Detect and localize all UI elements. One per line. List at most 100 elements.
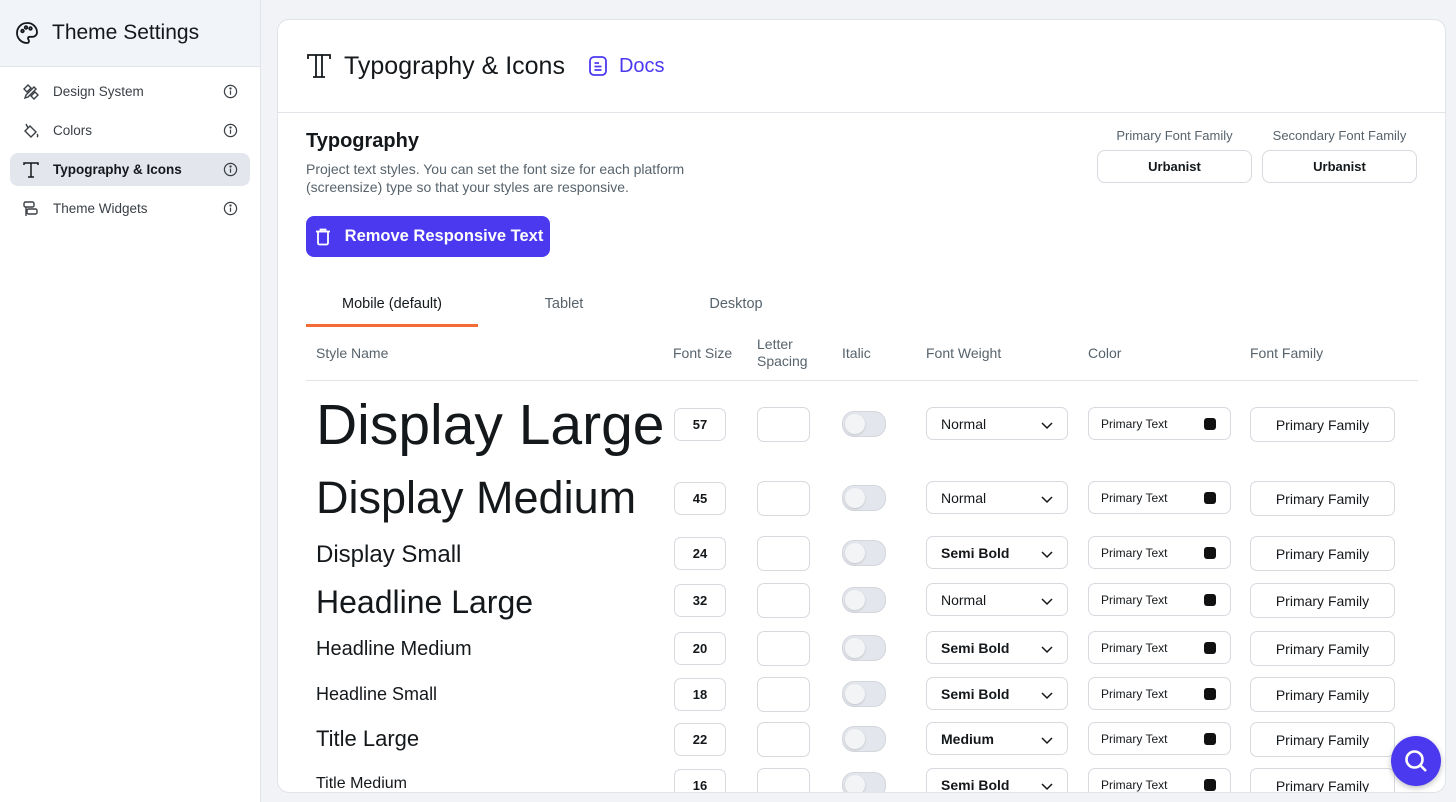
font-size-input[interactable]: 57 — [674, 408, 726, 441]
italic-toggle[interactable] — [842, 485, 886, 511]
font-family-select[interactable]: Primary Family — [1250, 677, 1395, 712]
color-value: Primary Text — [1101, 490, 1168, 505]
column-header-italic: Italic — [842, 345, 871, 361]
color-value: Primary Text — [1101, 731, 1168, 746]
sidebar-nav: Design System Colors Typography & Icons … — [0, 67, 260, 239]
font-weight-value: Semi Bold — [941, 685, 1010, 702]
sidebar-item-design-system[interactable]: Design System — [10, 75, 250, 108]
primary-font-family-select[interactable]: Urbanist — [1097, 150, 1252, 183]
style-name: Display Medium — [316, 472, 637, 523]
letter-spacing-input[interactable] — [757, 407, 810, 442]
widgets-icon — [23, 200, 38, 216]
font-weight-select[interactable]: Normal — [926, 481, 1068, 514]
italic-toggle[interactable] — [842, 540, 886, 566]
sidebar-item-label: Typography & Icons — [53, 162, 182, 177]
font-family-select[interactable]: Primary Family — [1250, 631, 1395, 666]
color-swatch — [1204, 594, 1216, 606]
font-size-input[interactable]: 20 — [674, 632, 726, 665]
docs-link[interactable]: Docs — [587, 55, 665, 78]
info-icon[interactable] — [223, 201, 238, 216]
letter-spacing-input[interactable] — [757, 677, 810, 712]
color-value: Primary Text — [1101, 416, 1168, 431]
font-family-select[interactable]: Primary Family — [1250, 768, 1395, 792]
sidebar-item-theme-widgets[interactable]: Theme Widgets — [10, 192, 250, 225]
style-name: Headline Large — [316, 584, 534, 620]
font-weight-select[interactable]: Semi Bold — [926, 677, 1068, 710]
font-weight-select[interactable]: Normal — [926, 583, 1068, 616]
typography-panel: Typography & Icons Docs Typography Proje… — [277, 19, 1446, 793]
tab-desktop[interactable]: Desktop — [650, 284, 822, 324]
color-select[interactable]: Primary Text — [1088, 631, 1231, 664]
font-family-select[interactable]: Primary Family — [1250, 536, 1395, 571]
letter-spacing-input[interactable] — [757, 722, 810, 757]
italic-toggle[interactable] — [842, 635, 886, 661]
font-size-input[interactable]: 18 — [674, 678, 726, 711]
toggle-knob — [845, 729, 865, 749]
font-size-input[interactable]: 22 — [674, 723, 726, 756]
panel-header: Typography & Icons Docs — [278, 20, 1445, 113]
sidebar-item-colors[interactable]: Colors — [10, 114, 250, 147]
typography-icon — [307, 54, 331, 78]
color-select[interactable]: Primary Text — [1088, 768, 1231, 792]
info-icon[interactable] — [223, 123, 238, 138]
font-family-select[interactable]: Primary Family — [1250, 722, 1395, 757]
color-select[interactable]: Primary Text — [1088, 481, 1231, 514]
letter-spacing-input[interactable] — [757, 768, 810, 792]
column-header-font-size: Font Size — [673, 345, 733, 361]
chevron-down-icon — [1041, 422, 1053, 430]
italic-toggle[interactable] — [842, 681, 886, 707]
secondary-font-family-group: Secondary Font Family Urbanist — [1262, 128, 1417, 183]
italic-toggle[interactable] — [842, 772, 886, 792]
italic-toggle[interactable] — [842, 587, 886, 613]
column-header-color: Color — [1088, 345, 1122, 361]
font-weight-select[interactable]: Semi Bold — [926, 536, 1068, 569]
toggle-knob — [845, 590, 865, 610]
color-swatch — [1204, 642, 1216, 654]
color-select[interactable]: Primary Text — [1088, 583, 1231, 616]
letter-spacing-input[interactable] — [757, 481, 810, 516]
remove-responsive-text-label: Remove Responsive Text — [344, 227, 544, 245]
tab-mobile[interactable]: Mobile (default) — [306, 284, 478, 324]
font-weight-value: Semi Bold — [941, 776, 1010, 793]
secondary-font-family-select[interactable]: Urbanist — [1262, 150, 1417, 183]
font-size-input[interactable]: 16 — [674, 769, 726, 792]
color-select[interactable]: Primary Text — [1088, 407, 1231, 440]
font-family-select[interactable]: Primary Family — [1250, 583, 1395, 618]
table-row: Headline Small 18 Semi Bold Primary Text… — [278, 675, 1445, 719]
color-swatch — [1204, 547, 1216, 559]
font-weight-select[interactable]: Normal — [926, 407, 1068, 440]
sidebar-item-typography[interactable]: Typography & Icons — [10, 153, 250, 186]
sidebar-item-label: Colors — [53, 123, 93, 138]
chevron-down-icon — [1041, 496, 1053, 504]
color-select[interactable]: Primary Text — [1088, 536, 1231, 569]
font-family-select[interactable]: Primary Family — [1250, 481, 1395, 516]
font-weight-select[interactable]: Semi Bold — [926, 768, 1068, 793]
font-weight-value: Semi Bold — [941, 639, 1010, 656]
font-size-input[interactable]: 24 — [674, 537, 726, 570]
font-size-input[interactable]: 32 — [674, 584, 726, 617]
remove-responsive-text-button[interactable]: Remove Responsive Text — [306, 216, 550, 257]
font-family-select[interactable]: Primary Family — [1250, 407, 1395, 442]
font-weight-select[interactable]: Semi Bold — [926, 631, 1068, 664]
column-header-style-name: Style Name — [316, 345, 389, 361]
search-fab-button[interactable] — [1391, 736, 1441, 786]
platform-tabs: Mobile (default) Tablet Desktop — [306, 284, 826, 327]
letter-spacing-input[interactable] — [757, 583, 810, 618]
letter-spacing-input[interactable] — [757, 631, 810, 666]
color-swatch — [1204, 492, 1216, 504]
tab-tablet[interactable]: Tablet — [478, 284, 650, 324]
info-icon[interactable] — [223, 162, 238, 177]
color-select[interactable]: Primary Text — [1088, 722, 1231, 755]
style-name: Title Large — [316, 726, 420, 751]
font-size-input[interactable]: 45 — [674, 482, 726, 515]
color-swatch — [1204, 688, 1216, 700]
chevron-down-icon — [1041, 783, 1053, 791]
italic-toggle[interactable] — [842, 411, 886, 437]
letter-spacing-input[interactable] — [757, 536, 810, 571]
font-weight-select[interactable]: Medium — [926, 722, 1068, 755]
info-icon[interactable] — [223, 84, 238, 99]
italic-toggle[interactable] — [842, 726, 886, 752]
color-select[interactable]: Primary Text — [1088, 677, 1231, 710]
toggle-knob — [845, 638, 865, 658]
chevron-down-icon — [1041, 692, 1053, 700]
